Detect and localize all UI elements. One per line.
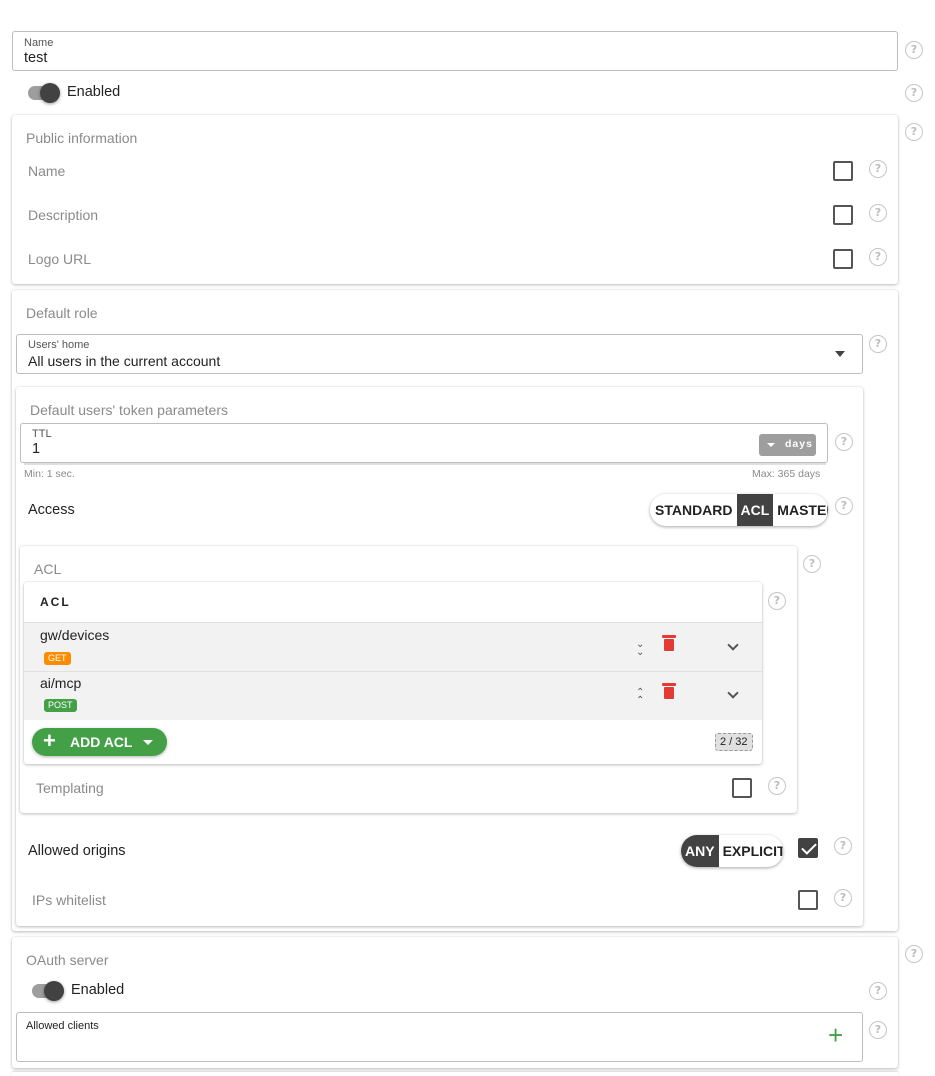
oauth-enabled-label: Enabled [71, 982, 125, 998]
enabled-label: Enabled [67, 84, 121, 100]
ttl-field[interactable]: TTL 1 days [20, 423, 828, 463]
origins-option-explicit[interactable]: EXPLICIT [719, 835, 783, 867]
acl-path: gw/devices [40, 627, 110, 643]
users-home-select[interactable]: Users' home All users in the current acc… [16, 334, 863, 374]
help-icon[interactable]: ? [835, 433, 853, 451]
ttl-min-hint: Min: 1 sec. [24, 468, 75, 480]
ttl-label: TTL [32, 428, 52, 440]
allowed-origins-label: Allowed origins [28, 843, 126, 859]
delete-icon[interactable] [662, 683, 676, 699]
chevron-down-icon[interactable] [727, 639, 739, 651]
move-up-icon[interactable]: ⌃ ⌃ [636, 688, 644, 706]
public-name-label: Name [28, 163, 66, 179]
public-logo-url-label: Logo URL [28, 251, 92, 267]
ttl-unit-label: days [785, 438, 813, 450]
help-icon[interactable]: ? [905, 41, 923, 59]
add-acl-button[interactable]: + ADD ACL [32, 728, 167, 756]
ttl-unit-select[interactable]: days [759, 434, 816, 456]
help-icon[interactable]: ? [905, 945, 923, 963]
dropdown-arrow-icon [767, 443, 775, 447]
default-role-title: Default role [26, 305, 98, 321]
help-icon[interactable]: ? [835, 497, 853, 515]
templating-label: Templating [36, 780, 104, 796]
public-description-label: Description [28, 207, 99, 223]
move-down-icon[interactable]: ⌄ ⌄ [636, 640, 644, 658]
help-icon[interactable]: ? [869, 248, 887, 266]
access-option-acl[interactable]: ACL [736, 494, 774, 526]
allowed-origins-segmented-control[interactable]: ANY EXPLICIT [681, 835, 783, 867]
help-icon[interactable]: ? [834, 837, 852, 855]
origins-option-any[interactable]: ANY [681, 835, 719, 867]
public-information-card: Public information Name ? Description ? … [12, 115, 898, 284]
acl-row[interactable]: ai/mcp POST ⌃ ⌃ [24, 671, 762, 720]
help-icon[interactable]: ? [869, 982, 887, 1000]
add-acl-label: ADD ACL [70, 734, 133, 750]
method-badge-get: GET [44, 652, 71, 665]
add-icon[interactable]: + [828, 1022, 843, 1048]
help-icon[interactable]: ? [869, 335, 887, 353]
allowed-clients-field[interactable]: Allowed clients + [16, 1012, 863, 1062]
allowed-clients-label: Allowed clients [26, 1020, 99, 1032]
public-logo-url-checkbox[interactable] [833, 249, 853, 269]
help-icon[interactable]: ? [768, 777, 786, 795]
oauth-server-title: OAuth server [26, 952, 109, 968]
dropdown-arrow-icon [835, 351, 845, 357]
public-name-checkbox[interactable] [833, 161, 853, 181]
ttl-max-hint: Max: 365 days [752, 468, 821, 480]
access-label: Access [28, 502, 75, 518]
method-badge-post: POST [44, 699, 77, 712]
ttl-value[interactable]: 1 [32, 441, 40, 457]
access-segmented-control[interactable]: STANDARD ACL MASTER [650, 494, 828, 526]
access-option-master[interactable]: MASTER [773, 494, 828, 526]
acl-count-badge: 2 / 32 [715, 733, 753, 751]
users-home-value: All users in the current account [28, 353, 221, 369]
acl-table-header: ACL [40, 595, 71, 609]
next-card-edge [12, 1072, 898, 1076]
delete-icon[interactable] [662, 635, 676, 651]
help-icon[interactable]: ? [869, 1021, 887, 1039]
chevron-down-icon[interactable] [727, 687, 739, 699]
help-icon[interactable]: ? [834, 889, 852, 907]
ips-whitelist-label: IPs whitelist [32, 892, 106, 908]
name-field-value[interactable]: test [24, 50, 47, 66]
acl-path: ai/mcp [40, 675, 82, 691]
help-icon[interactable]: ? [768, 592, 786, 610]
name-field[interactable]: Name test [12, 31, 898, 71]
public-information-title: Public information [26, 130, 138, 146]
ips-whitelist-checkbox[interactable] [798, 890, 818, 910]
toggle-knob [40, 83, 60, 103]
token-parameters-title: Default users' token parameters [30, 402, 228, 418]
acl-title: ACL [34, 561, 62, 577]
help-icon[interactable]: ? [905, 84, 923, 102]
public-description-checkbox[interactable] [833, 205, 853, 225]
access-option-standard[interactable]: STANDARD [650, 494, 737, 526]
allowed-origins-checkbox[interactable] [798, 838, 818, 858]
plus-icon: + [43, 728, 56, 753]
templating-checkbox[interactable] [732, 778, 752, 798]
acl-row[interactable]: gw/devices GET ⌄ ⌄ [24, 622, 762, 671]
help-icon[interactable]: ? [905, 123, 923, 141]
name-field-label: Name [24, 37, 54, 49]
oauth-enabled-toggle[interactable] [32, 980, 66, 1002]
toggle-knob [44, 981, 64, 1001]
enabled-toggle[interactable] [28, 82, 62, 104]
dropdown-arrow-icon[interactable] [143, 740, 153, 745]
users-home-label: Users' home [28, 339, 90, 351]
help-icon[interactable]: ? [869, 160, 887, 178]
help-icon[interactable]: ? [869, 204, 887, 222]
ttl-range-track [24, 463, 826, 465]
help-icon[interactable]: ? [803, 555, 821, 573]
